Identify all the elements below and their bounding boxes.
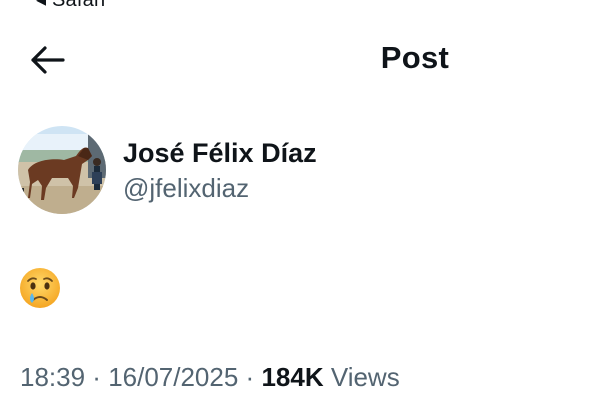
status-bar-back-label[interactable]: ◂ Safari (36, 0, 105, 12)
avatar[interactable] (18, 126, 106, 214)
meta-separator: · (85, 362, 109, 392)
post-time[interactable]: 18:39 (20, 362, 85, 392)
author-display-name[interactable]: José Félix Díaz (123, 138, 317, 169)
avatar-horse-photo (18, 126, 106, 214)
views-count: 184K (261, 362, 324, 392)
meta-separator: · (238, 362, 262, 392)
post-date[interactable]: 16/07/2025 (108, 362, 238, 392)
page-title: Post (0, 40, 609, 76)
views-label: Views (323, 362, 400, 392)
crying-face-emoji-icon (20, 268, 60, 308)
post-content (18, 266, 64, 310)
post-meta: 18:39 · 16/07/2025 · 184K Views (20, 362, 400, 393)
author-handle[interactable]: @jfelixdiaz (123, 173, 249, 204)
post-page: ◂ Safari Post José Félix Díaz @jfelixdia… (0, 0, 609, 400)
page-title-text: Post (380, 40, 450, 75)
